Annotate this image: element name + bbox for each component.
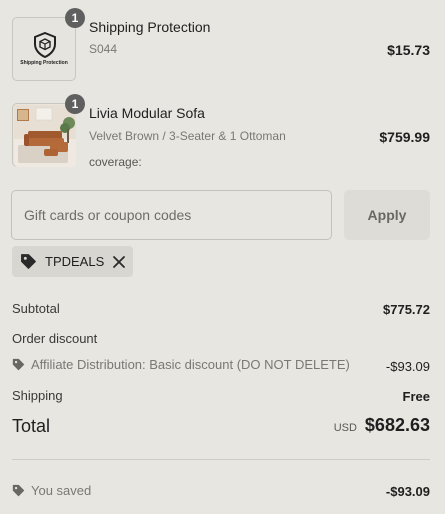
item-price: $15.73 — [387, 42, 430, 58]
discount-value: -$93.09 — [385, 359, 430, 374]
shipping-protection-thumbnail: Shipping Protection 1 — [12, 8, 85, 81]
item-sku: S044 — [89, 42, 118, 56]
item-title: Livia Modular Sofa — [89, 105, 205, 121]
item-title: Shipping Protection — [89, 19, 211, 35]
sofa-photo — [14, 105, 76, 167]
savings-row: You saved — [12, 483, 91, 498]
shield-package-icon — [33, 32, 57, 58]
applied-discount-chip: TPDEALS — [12, 246, 133, 277]
item-price: $759.99 — [379, 129, 430, 145]
item-coverage: coverage: — [89, 155, 142, 169]
quantity-badge: 1 — [65, 8, 85, 28]
quantity-badge: 1 — [65, 94, 85, 114]
thumbnail-caption: Shipping Protection — [20, 60, 68, 66]
order-discount-label: Order discount — [12, 331, 98, 346]
shipping-label: Shipping — [12, 388, 63, 403]
tag-icon — [12, 358, 25, 371]
discount-name: Affiliate Distribution: Basic discount (… — [31, 357, 350, 372]
total-row-value: USD $682.63 — [334, 415, 430, 436]
subtotal-label: Subtotal — [12, 301, 60, 316]
subtotal-value: $775.72 — [383, 302, 430, 317]
currency-code: USD — [333, 422, 357, 434]
total-value: $682.63 — [364, 415, 430, 435]
sofa-thumbnail: 1 — [12, 94, 85, 167]
total-label: Total — [12, 416, 51, 436]
discount-row: Affiliate Distribution: Basic discount (… — [12, 357, 350, 372]
savings-value: -$93.09 — [385, 484, 430, 499]
coupon-code-input[interactable] — [11, 190, 332, 240]
divider — [12, 459, 430, 460]
item-variant: Velvet Brown / 3-Seater & 1 Ottoman — [89, 129, 286, 143]
discount-code-label: TPDEALS — [45, 254, 105, 269]
close-icon[interactable] — [112, 255, 126, 269]
savings-label: You saved — [31, 483, 92, 498]
tag-icon — [12, 484, 25, 497]
apply-button[interactable]: Apply — [344, 190, 430, 240]
tag-icon — [20, 253, 37, 270]
shipping-value: Free — [402, 389, 430, 404]
